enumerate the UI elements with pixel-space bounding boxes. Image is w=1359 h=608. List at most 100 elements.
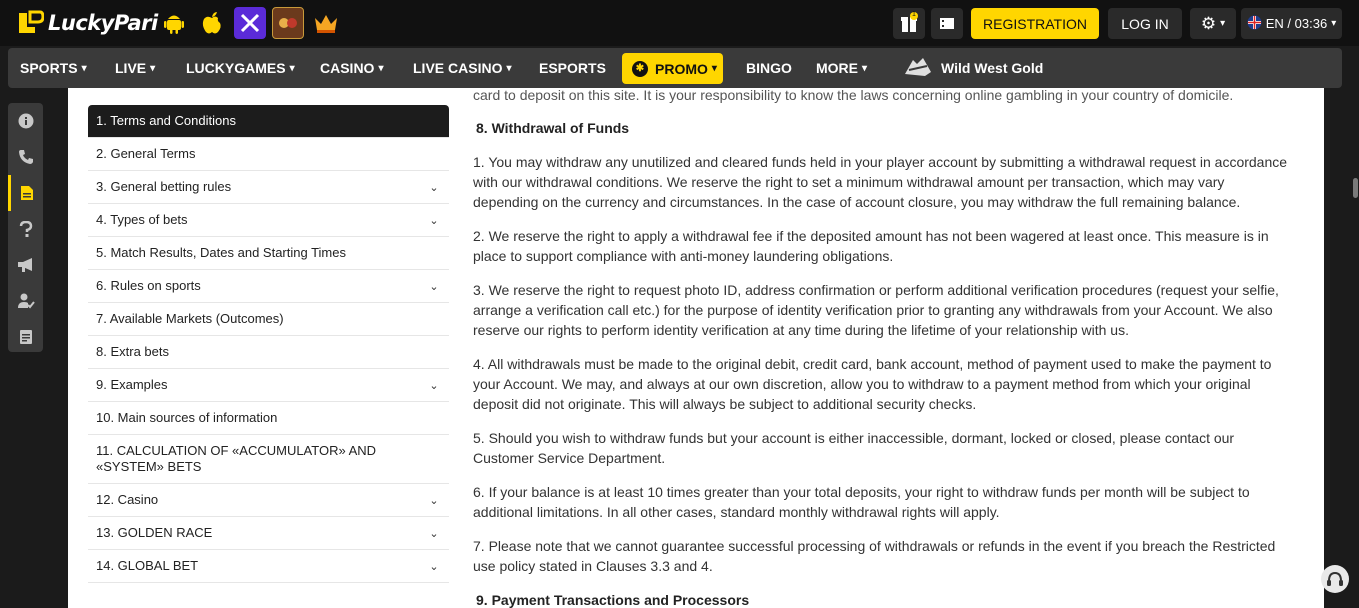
chevron-down-icon: ▾	[81, 62, 87, 74]
promo-badge-icon: ✱	[632, 60, 648, 77]
nav-esports[interactable]: ESPORTS	[539, 48, 606, 88]
nav-label: BINGO	[746, 60, 792, 76]
rail-notes[interactable]	[8, 319, 43, 355]
toc-item[interactable]: 12. Casino ⌄	[88, 484, 449, 517]
toc-label: 7. Available Markets (Outcomes)	[96, 311, 284, 326]
rail-documents[interactable]	[8, 175, 43, 211]
toc-item[interactable]: 13. GOLDEN RACE ⌄	[88, 517, 449, 550]
nav-casino[interactable]: CASINO ▾	[320, 48, 383, 88]
chevron-down-icon: ⌄	[429, 527, 439, 540]
top-header: LuckyPari 1 REGISTRATION LOG IN ⚙ ▾ EN /…	[0, 0, 1359, 46]
phone-icon	[18, 150, 33, 164]
headset-icon	[1327, 571, 1343, 586]
featured-game-label: Wild West Gold	[941, 60, 1044, 76]
nav-luckygames[interactable]: LUCKYGAMES ▾	[186, 48, 295, 88]
nav-promo[interactable]: ✱ PROMO ▾	[622, 53, 723, 84]
toc-item[interactable]: 9. Examples ⌄	[88, 369, 449, 402]
logo-text: LuckyPari	[48, 11, 158, 35]
rail-news[interactable]	[8, 247, 43, 283]
wild-west-game-icon	[903, 56, 933, 81]
chevron-down-icon: ▾	[289, 62, 295, 74]
toc-item[interactable]: 1. Terms and Conditions	[88, 105, 449, 138]
toc-label: 5. Match Results, Dates and Starting Tim…	[96, 245, 346, 260]
chevron-down-icon: ▾	[506, 62, 512, 74]
nav-bingo[interactable]: BINGO	[746, 48, 792, 88]
game-app-icon[interactable]	[272, 7, 304, 39]
article-paragraph: 1. You may withdraw any unutilized and c…	[473, 154, 1288, 210]
info-icon	[18, 113, 33, 129]
toc-item[interactable]: 8. Extra bets	[88, 336, 449, 369]
toc-item[interactable]: 4. Types of bets ⌄	[88, 204, 449, 237]
document-icon	[21, 186, 33, 200]
chevron-down-icon: ⌄	[429, 181, 439, 194]
toc-item[interactable]: 7. Available Markets (Outcomes)	[88, 303, 449, 336]
crown-icon[interactable]	[310, 7, 342, 39]
rules-table-of-contents: 1. Terms and Conditions 2. General Terms…	[88, 105, 449, 583]
gift-button[interactable]: 1	[893, 8, 925, 39]
side-rail	[8, 103, 43, 352]
toc-label: 13. GOLDEN RACE	[96, 525, 213, 540]
article-paragraph: 4. All withdrawals must be made to the o…	[473, 356, 1272, 412]
nav-sports[interactable]: SPORTS ▾	[20, 48, 87, 88]
chevron-down-icon: ▾	[1331, 18, 1337, 29]
section-heading: 8. Withdrawal of Funds	[476, 120, 630, 136]
video-button[interactable]	[931, 8, 963, 39]
android-icon[interactable]	[158, 7, 190, 39]
page-scrollbar[interactable]	[1353, 178, 1358, 198]
article-paragraph: 3. We reserve the right to request photo…	[473, 282, 1279, 338]
chevron-down-icon: ⌄	[429, 214, 439, 227]
megaphone-icon	[17, 258, 32, 272]
apple-icon[interactable]	[196, 7, 228, 39]
chevron-down-icon: ▾	[1220, 18, 1226, 29]
toc-label: 4. Types of bets	[96, 212, 188, 227]
nav-label: SPORTS	[20, 60, 78, 76]
toc-label: 2. General Terms	[96, 146, 196, 161]
article-paragraph: 6. If your balance is at least 10 times …	[473, 484, 1250, 520]
toc-label: 3. General betting rules	[96, 179, 232, 194]
logo[interactable]: LuckyPari	[16, 8, 158, 38]
gift-count-badge: 1	[912, 11, 916, 18]
nav-live-casino[interactable]: LIVE CASINO ▾	[413, 48, 512, 88]
toc-item[interactable]: 5. Match Results, Dates and Starting Tim…	[88, 237, 449, 270]
chevron-down-icon: ▾	[711, 63, 717, 74]
rail-phone[interactable]	[8, 139, 43, 175]
language-time-label: EN / 03:36	[1265, 16, 1328, 31]
support-chat-button[interactable]	[1321, 565, 1349, 593]
nav-label: LIVE CASINO	[413, 60, 503, 76]
toc-label: 1. Terms and Conditions	[96, 113, 236, 128]
toc-item[interactable]: 14. GLOBAL BET ⌄	[88, 550, 449, 583]
chevron-down-icon: ▾	[862, 62, 868, 74]
settings-button[interactable]: ⚙ ▾	[1190, 8, 1236, 39]
toc-label: 14. GLOBAL BET	[96, 558, 199, 573]
toc-label: 8. Extra bets	[96, 344, 169, 359]
article-paragraph: 5. Should you wish to withdraw funds but…	[473, 430, 1235, 466]
toc-item[interactable]: 6. Rules on sports ⌄	[88, 270, 449, 303]
nav-more[interactable]: MORE ▾	[816, 48, 867, 88]
nav-label: LUCKYGAMES	[186, 60, 286, 76]
language-time-selector[interactable]: EN / 03:36 ▾	[1241, 8, 1342, 39]
rail-help[interactable]	[8, 211, 43, 247]
toc-item[interactable]: 10. Main sources of information	[88, 402, 449, 435]
x-app-icon[interactable]	[234, 7, 266, 39]
nav-label: ESPORTS	[539, 60, 606, 76]
chevron-down-icon: ⌄	[429, 560, 439, 573]
registration-button[interactable]: REGISTRATION	[971, 8, 1099, 39]
nav-featured-game[interactable]: Wild West Gold	[903, 48, 1043, 88]
toc-item[interactable]: 11. CALCULATION OF «ACCUMULATOR» AND «SY…	[88, 435, 449, 484]
toc-label: 11. CALCULATION OF «ACCUMULATOR» AND «SY…	[96, 443, 377, 474]
nav-label: LIVE	[115, 60, 147, 76]
notes-icon	[19, 330, 32, 344]
rail-responsible[interactable]	[8, 283, 43, 319]
article-paragraph: 2. We reserve the right to apply a withd…	[473, 228, 1269, 264]
rail-info[interactable]	[8, 103, 43, 139]
main-nav: SPORTS ▾ LIVE ▾ LUCKYGAMES ▾ CASINO ▾ LIVE C…	[8, 48, 1342, 88]
nav-live[interactable]: LIVE ▾	[115, 48, 155, 88]
login-button[interactable]: LOG IN	[1108, 8, 1182, 39]
toc-label: 10. Main sources of information	[96, 410, 278, 425]
question-icon	[19, 221, 32, 237]
chevron-down-icon: ▾	[378, 62, 384, 74]
nav-label: MORE	[816, 60, 858, 76]
toc-item[interactable]: 3. General betting rules ⌄	[88, 171, 449, 204]
toc-label: 12. Casino	[96, 492, 159, 507]
toc-item[interactable]: 2. General Terms	[88, 138, 449, 171]
